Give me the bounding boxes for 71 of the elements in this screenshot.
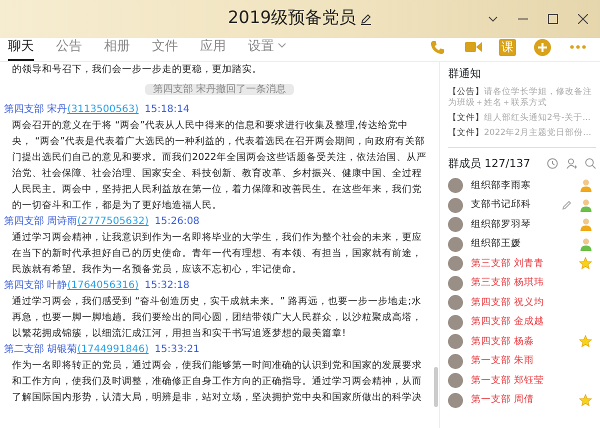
qq-number-link[interactable]: (3113500563) xyxy=(67,104,139,115)
avatar xyxy=(448,334,463,350)
avatar xyxy=(448,354,463,369)
person-icon xyxy=(580,179,592,192)
avatar xyxy=(448,217,463,232)
member-name[interactable]: 第一支部 郑钰莹 xyxy=(471,374,592,388)
avatar xyxy=(448,198,463,213)
maximize-icon[interactable] xyxy=(548,14,558,24)
message-text: 通过学习两会，我们感受到 “奋斗创造历史，实干成就未来。” 路再远，也要一步一步地走;水再急，也要一脚一脚地趟。我们要绘出的同心圆，团结带领广大人民群众，以沙粒聚成高塔，以繁花拥成锦簇，以细流汇成江河，用担当和实干书写追逐梦想的最美篇章! xyxy=(12,295,423,341)
qq-number-link[interactable]: (2777505632) xyxy=(77,216,149,227)
avatar xyxy=(448,178,463,194)
avatar xyxy=(448,373,463,388)
close-icon[interactable] xyxy=(578,14,588,24)
person-icon xyxy=(580,218,592,232)
clock-icon[interactable] xyxy=(547,158,558,170)
member-name[interactable]: 第三支部 杨琪玮 xyxy=(471,276,592,290)
avatar xyxy=(448,236,463,252)
add-icon[interactable] xyxy=(532,37,552,57)
search-icon[interactable] xyxy=(585,158,596,170)
person-icon xyxy=(580,238,592,251)
member-name[interactable]: 支部书记邱科 xyxy=(471,198,554,212)
person-icon xyxy=(580,198,592,212)
member-name[interactable]: 第一支部 周倩 xyxy=(471,393,571,408)
message-time: 15:32:18 xyxy=(144,279,190,293)
avatar xyxy=(448,256,463,272)
member-name[interactable]: 第四支部 祝义均 xyxy=(471,296,592,310)
star-icon xyxy=(579,394,592,407)
avatar xyxy=(448,295,463,310)
notice-item[interactable]: 【文件】2022年2月主题党日部份... xyxy=(448,128,596,138)
qq-number-link[interactable]: (1744991846) xyxy=(77,344,149,355)
tab[interactable]: 公告 xyxy=(56,36,82,61)
sender-name: 第四支部 宋丹(3113500563) xyxy=(4,102,139,117)
notice-item[interactable]: 【文件】组人部红头通知2号-关于... xyxy=(448,112,596,124)
avatar xyxy=(448,314,463,330)
tab[interactable]: 设置 xyxy=(248,36,286,61)
section-title: 群通知 xyxy=(448,66,482,82)
message-time: 15:33:21 xyxy=(154,343,200,357)
star-icon xyxy=(579,335,592,348)
message-time: 15:26:08 xyxy=(154,215,200,229)
sender-name: 第二支部 胡银菊(1744991846) xyxy=(4,342,149,357)
tab[interactable]: 相册 xyxy=(104,36,130,61)
message-time: 15:18:14 xyxy=(144,103,190,117)
message-text: 作为一名即将转正的党员，通过两会，使我们能够第一时间准确的认识到党和国家的发展要求和工作方向，使我们及时调整，准确修正自身工作方向的正确指导。通过学习两会精神，从而了解国际国内形势，认清大局，明辨是非，站对立场，坚决拥护党中央和国家所做出的科学决 xyxy=(12,359,423,405)
notice-item[interactable]: 【公告】请各位学长学姐，修改备注为班级＋姓名＋联系方式 xyxy=(448,86,596,108)
recall-notice: 第四支部 宋丹撤回了一条消息 xyxy=(144,84,294,95)
message-text: 通过学习两会精神，让我意识到作为一名即将毕业的大学生，我们作为整个社会的未来，更应在当下的新时代承担好自己的历史使命。青年一代有理想、有本领、有担当，国家就有前途，民族就有希望。我作为一名预备党员，应该不忘初心，牢记使命。 xyxy=(12,231,423,277)
scrollbar-thumb[interactable] xyxy=(434,367,438,407)
message-text: 的领导和号召下，我们会一步一步走的更稳，更加踏实。 xyxy=(12,63,263,77)
tab[interactable]: 文件 xyxy=(152,36,178,61)
member-name[interactable]: 第四支部 杨淼 xyxy=(471,334,571,349)
member-name[interactable]: 第一支部 朱雨 xyxy=(471,354,592,368)
window-title: 2019级预备党员 xyxy=(228,7,356,30)
member-name[interactable]: 组织部李雨寒 xyxy=(471,178,572,193)
member-name[interactable]: 组织部罗羽琴 xyxy=(471,218,572,232)
sender-name: 第四支部 叶静(1764056316) xyxy=(4,278,139,293)
avatar xyxy=(448,392,463,408)
member-name[interactable]: 第三支部 刘青青 xyxy=(471,256,571,271)
qq-number-link[interactable]: (1764056316) xyxy=(67,280,139,291)
star-icon xyxy=(579,257,592,270)
member-name[interactable]: 组织部王媛 xyxy=(471,237,572,252)
tab[interactable]: 应用 xyxy=(200,36,226,61)
tab[interactable]: 聊天 xyxy=(8,36,34,61)
avatar xyxy=(448,276,463,291)
message-text: 两会召开的意义在于将 “两会”代表从人民中得来的信息和要求进行收集及整理,传达给党中央， “两会”代表是代表着广大选民的一种利益的，代表着选民在召开两会期间，向政府有关部门提出选民们自己的意见和要求。而我们2022年全国两会这些话题备受关注，依法治国、从严治党、社会保障、社会治理、国家安全、科技创新、教育改革、乡村振兴、健康中国、全过程人民民主。两会中，坚持把人民利益放在第一位，着力保障和改善民生。在这些年来，我们党的一切奋斗和工作，都是为了更好地造福人民。 xyxy=(12,119,427,213)
section-title: 群成员 127/137 xyxy=(448,156,530,172)
add-person-icon[interactable] xyxy=(566,158,577,170)
minimize-icon[interactable] xyxy=(518,18,528,20)
lesson-button[interactable]: 课 xyxy=(499,38,516,56)
sender-name: 第四支部 周诗雨(2777505632) xyxy=(4,214,149,229)
pencil-icon[interactable] xyxy=(360,13,372,25)
member-name[interactable]: 第四支部 金成越 xyxy=(471,315,592,330)
